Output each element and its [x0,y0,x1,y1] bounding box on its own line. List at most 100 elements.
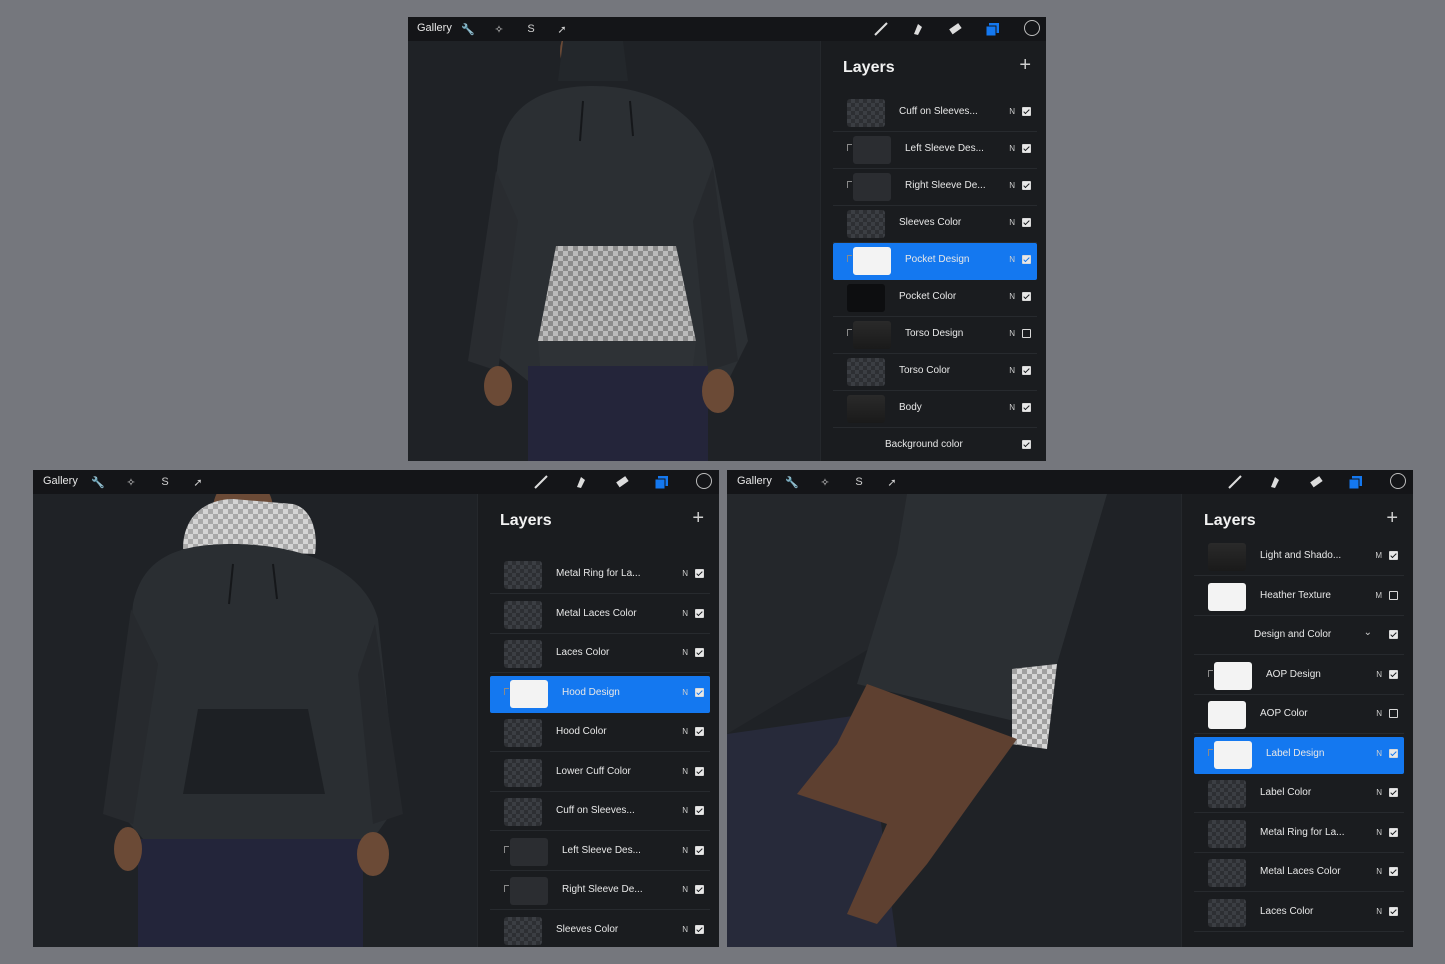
blend-mode-button[interactable]: N [1009,107,1015,116]
blend-mode-button[interactable]: N [682,648,688,657]
layer-row[interactable]: Laces Color N [490,636,710,673]
visibility-checkbox[interactable] [695,885,704,894]
visibility-checkbox[interactable] [695,687,704,697]
eraser-icon[interactable] [1307,473,1325,491]
visibility-checkbox[interactable] [695,806,704,815]
layer-row[interactable]: Pocket Color N [833,280,1037,317]
visibility-checkbox[interactable] [695,845,704,855]
visibility-checkbox[interactable] [1389,590,1398,600]
blend-mode-button[interactable]: N [1009,255,1015,264]
brush-icon[interactable] [872,20,890,38]
visibility-checkbox[interactable] [1022,107,1031,116]
blend-mode-button[interactable]: N [1376,867,1382,876]
visibility-checkbox[interactable] [1389,709,1398,718]
chevron-down-icon[interactable]: ⌄ [1364,627,1372,638]
visibility-checkbox[interactable] [1022,255,1031,264]
layer-thumbnail[interactable] [853,321,891,349]
selection-icon[interactable]: S [157,474,173,490]
layer-thumbnail[interactable] [1208,543,1246,571]
layer-row[interactable]: Torso Design N [833,317,1037,354]
color-picker-icon[interactable] [1390,473,1406,489]
layer-row[interactable]: Label Design N [1194,736,1404,774]
add-layer-icon[interactable]: + [692,507,704,530]
layer-row[interactable]: Sleeves Color N [490,913,710,948]
layer-thumbnail[interactable] [1214,661,1252,690]
wrench-icon[interactable]: 🔧 [460,21,476,37]
layer-row[interactable]: Hood Color N [490,715,710,752]
layers-icon[interactable] [653,473,671,491]
visibility-checkbox[interactable] [695,648,704,657]
blend-mode-button[interactable]: N [682,767,688,776]
layer-thumbnail[interactable] [1208,582,1246,611]
transform-icon[interactable]: ➚ [554,21,570,37]
visibility-checkbox[interactable] [1022,403,1031,412]
layer-row[interactable]: Right Sleeve De... N [833,169,1037,206]
visibility-checkbox[interactable] [1389,630,1398,639]
add-layer-icon[interactable]: + [1019,54,1031,77]
gallery-button[interactable]: Gallery [417,22,452,34]
visibility-checkbox[interactable] [1389,827,1398,837]
layers-icon[interactable] [984,20,1002,38]
blend-mode-button[interactable]: N [682,609,688,618]
blend-mode-button[interactable]: N [1009,403,1015,412]
visibility-checkbox[interactable] [695,608,704,618]
layer-row[interactable]: Metal Ring for La... N [1194,816,1404,853]
blend-mode-button[interactable]: N [682,688,688,697]
layer-thumbnail[interactable] [510,877,548,905]
layer-thumbnail[interactable] [504,798,542,826]
layer-thumbnail[interactable] [504,758,542,787]
layer-thumbnail[interactable] [510,837,548,866]
layer-thumbnail[interactable] [504,640,542,668]
brush-icon[interactable] [532,473,550,491]
layer-row[interactable]: Cuff on Sleeves... N [833,95,1037,132]
layer-row[interactable]: Laces Color N [1194,895,1404,932]
blend-mode-button[interactable]: N [682,569,688,578]
layer-row[interactable]: Right Sleeve De... N [490,873,710,910]
layer-thumbnail[interactable] [1214,740,1252,769]
visibility-checkbox[interactable] [1389,551,1398,560]
visibility-checkbox[interactable] [1022,329,1031,338]
blend-mode-button[interactable]: N [682,806,688,815]
layer-row[interactable]: Background color [833,428,1037,461]
layer-row[interactable]: Metal Laces Color N [1194,855,1404,892]
visibility-checkbox[interactable] [695,924,704,934]
smudge-icon[interactable] [1266,473,1284,491]
layer-thumbnail[interactable] [847,395,885,423]
layer-row[interactable]: Left Sleeve Des... N [833,132,1037,169]
layer-thumbnail[interactable] [504,916,542,945]
smudge-icon[interactable] [909,20,927,38]
layer-row[interactable]: Left Sleeve Des... N [490,834,710,871]
layer-thumbnail[interactable] [504,719,542,747]
blend-mode-button[interactable]: N [1009,181,1015,190]
color-picker-icon[interactable] [696,473,712,489]
layer-row[interactable]: Heather Texture M [1194,579,1404,616]
layer-thumbnail[interactable] [1208,859,1246,887]
layer-row[interactable]: AOP Color N [1194,697,1404,734]
gallery-button[interactable]: Gallery [43,475,78,487]
wrench-icon[interactable]: 🔧 [784,474,800,490]
layer-row[interactable]: Torso Color N [833,354,1037,391]
smudge-icon[interactable] [572,473,590,491]
visibility-checkbox[interactable] [1022,181,1031,190]
layer-thumbnail[interactable] [504,600,542,629]
visibility-checkbox[interactable] [1022,366,1031,375]
blend-mode-button[interactable]: N [682,727,688,736]
visibility-checkbox[interactable] [1022,218,1031,227]
visibility-checkbox[interactable] [695,727,704,736]
blend-mode-button[interactable]: N [1009,329,1015,338]
canvas[interactable] [408,21,820,461]
blend-mode-button[interactable]: N [1376,670,1382,679]
layer-row[interactable]: Sleeves Color N [833,206,1037,243]
blend-mode-button[interactable]: N [682,885,688,894]
blend-mode-button[interactable]: N [1009,144,1015,153]
brush-icon[interactable] [1226,473,1244,491]
selection-icon[interactable]: S [523,21,539,37]
layer-thumbnail[interactable] [510,679,548,708]
layer-thumbnail[interactable] [853,247,891,275]
eraser-icon[interactable] [613,473,631,491]
blend-mode-button[interactable]: N [1376,828,1382,837]
layers-icon[interactable] [1347,473,1365,491]
blend-mode-button[interactable]: N [1376,907,1382,916]
layer-row[interactable]: Body N [833,391,1037,428]
blend-mode-button[interactable]: M [1375,551,1382,560]
